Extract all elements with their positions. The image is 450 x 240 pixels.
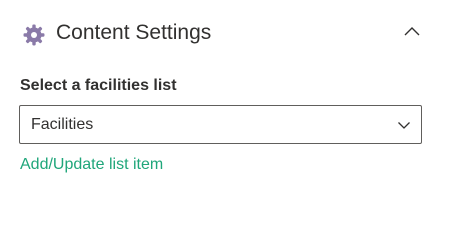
add-update-list-item-link[interactable]: Add/Update list item (20, 154, 163, 176)
facilities-list-label: Select a facilities list (20, 77, 177, 94)
dropdown-selected-value: Facilities (31, 116, 94, 133)
chevron-up-icon[interactable] (402, 22, 422, 42)
chevron-down-icon (397, 118, 411, 132)
content-settings-panel: Content Settings Select a facilities lis… (0, 0, 450, 209)
facilities-list-dropdown[interactable]: Facilities (19, 105, 422, 144)
gear-icon (22, 23, 46, 47)
section-title: Content Settings (56, 21, 212, 44)
content-settings-header[interactable]: Content Settings (0, 14, 450, 52)
